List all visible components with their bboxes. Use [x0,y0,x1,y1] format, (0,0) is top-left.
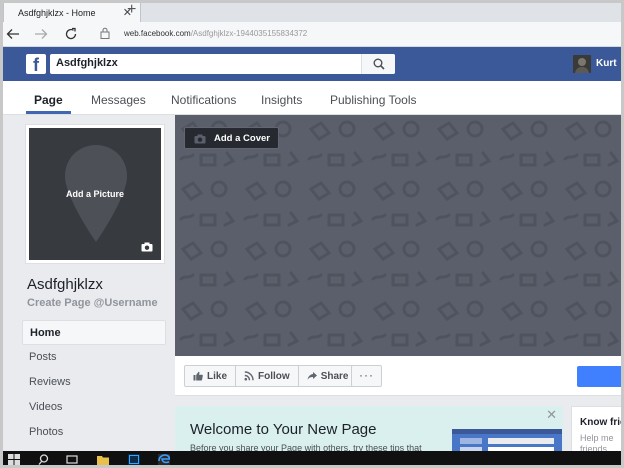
search-icon[interactable] [38,454,50,465]
url-path: /Asdfghjklzx-1944035155834372 [190,29,308,38]
welcome-title: Welcome to Your New Page [190,421,377,438]
edge-browser-icon[interactable] [158,454,170,465]
photoshop-icon[interactable] [128,454,140,465]
action-button-group: Like Follow Share [184,365,358,387]
rss-follow-icon [244,371,254,381]
camera-icon [194,134,206,144]
nav-item-videos[interactable]: Videos [22,395,166,420]
tab-publishing-tools[interactable]: Publishing Tools [330,93,417,107]
page-action-bar: Like Follow Share ··· [175,356,621,396]
left-navigation: Home Posts Reviews Videos Photos [22,320,166,445]
page-tabs: Page Messages Notifications Insights Pub… [3,81,621,115]
nav-item-posts[interactable]: Posts [22,345,166,370]
follow-button[interactable]: Follow [236,366,299,386]
search-icon [373,58,385,70]
camera-icon[interactable] [141,242,153,252]
tab-page[interactable]: Page [34,93,63,107]
thumbs-up-icon [193,371,203,381]
profile-picture-placeholder: Add a Picture [29,128,161,260]
tab-messages[interactable]: Messages [91,93,146,107]
forward-arrow-icon[interactable] [34,27,48,41]
task-view-icon[interactable] [66,454,78,465]
active-tab-indicator [26,111,71,114]
avatar[interactable] [573,55,591,73]
browser-tab-strip: Asdfghjklzx - Home ✕ + [0,0,624,22]
close-icon[interactable]: ✕ [546,407,557,423]
facebook-logo-icon[interactable]: f [26,54,46,75]
share-label: Share [320,370,349,382]
cover-photo-area [175,115,621,356]
like-button[interactable]: Like [185,366,237,386]
refresh-icon[interactable] [64,27,78,41]
url-host: web.facebook.com [124,29,191,38]
lock-icon [100,27,110,39]
url-field[interactable]: web.facebook.com/Asdfghjklzx-19440351558… [124,29,307,38]
add-picture-label: Add a Picture [65,189,124,199]
nav-item-photos[interactable]: Photos [22,420,166,445]
share-arrow-icon [307,372,317,380]
cover-pattern [175,115,621,356]
share-button[interactable]: Share [299,366,357,386]
user-name[interactable]: Kurt [596,58,617,69]
browser-tab-title: Asdfghjklzx - Home [18,7,96,18]
page-name[interactable]: Asdfghjklzx [27,276,103,293]
os-taskbar [0,451,624,468]
follow-label: Follow [258,370,290,382]
file-explorer-icon[interactable] [97,454,109,465]
new-tab-button[interactable]: + [127,1,136,19]
address-bar: web.facebook.com/Asdfghjklzx-19440351558… [0,22,624,47]
search-box [50,54,395,74]
add-cover-label: Add a Cover [214,132,270,144]
know-friends-title: Know frie [580,417,624,428]
tab-notifications[interactable]: Notifications [171,93,236,107]
create-username-link[interactable]: Create Page @Username [27,297,158,309]
more-options-button[interactable]: ··· [351,365,382,387]
back-arrow-icon[interactable] [6,27,20,41]
profile-picture-card[interactable]: Add a Picture [25,124,165,264]
facebook-header: f Kurt [0,47,624,81]
nav-item-reviews[interactable]: Reviews [22,370,166,395]
add-cover-button[interactable]: Add a Cover [184,127,279,149]
search-input[interactable] [56,57,356,69]
like-label: Like [207,370,228,382]
search-button[interactable] [361,54,395,74]
nav-item-home[interactable]: Home [22,320,166,345]
call-to-action-button[interactable] [577,366,621,387]
tab-insights[interactable]: Insights [261,93,302,107]
windows-start-icon[interactable] [8,454,20,465]
browser-tab[interactable]: Asdfghjklzx - Home ✕ [3,2,141,22]
